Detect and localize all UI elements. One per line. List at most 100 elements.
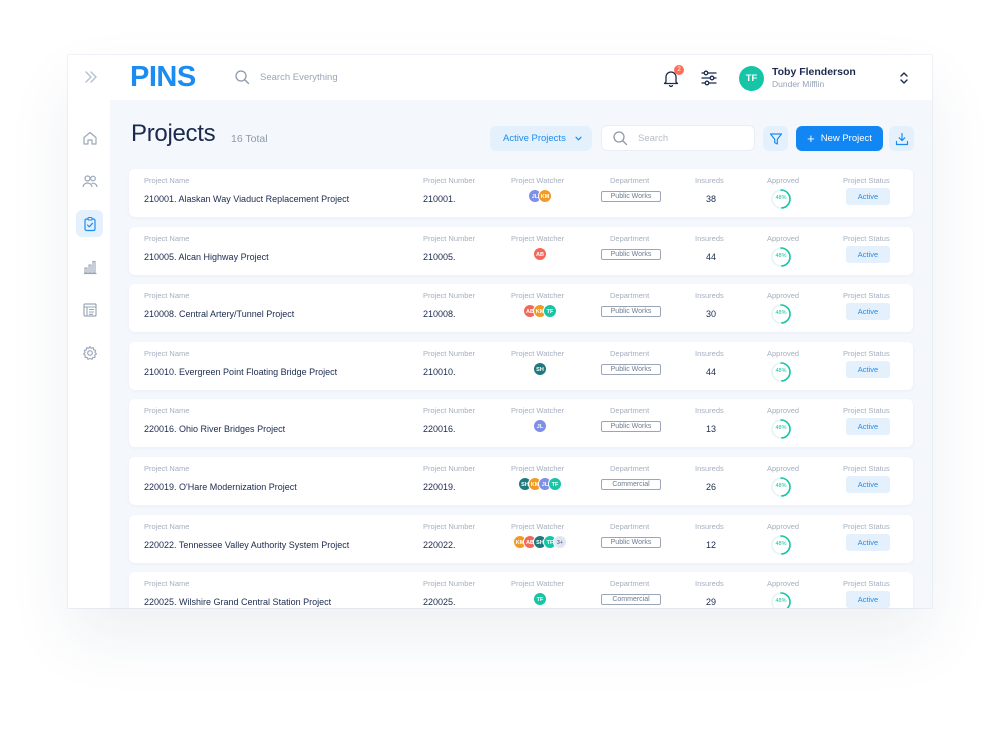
insureds-count: 29 [706, 597, 717, 608]
column-header-insureds: Insureds [695, 406, 724, 416]
column-header-department: Department [610, 521, 650, 531]
sidebar-item-reports[interactable] [76, 253, 103, 280]
project-search[interactable] [601, 125, 755, 151]
project-name[interactable]: 210010. Evergreen Point Floating Bridge … [144, 367, 337, 377]
sidebar-item-home[interactable] [76, 124, 103, 151]
status-badge[interactable]: Active [846, 591, 890, 608]
status-cell: Project Status Active [843, 399, 893, 447]
watcher-avatar[interactable]: TF [533, 592, 547, 607]
column-header-project-status: Project Status [843, 291, 890, 301]
table-row[interactable]: Project Name 210001. Alaskan Way Viaduct… [129, 169, 913, 217]
sidebar-item-settings[interactable] [76, 339, 103, 366]
users-icon [81, 174, 98, 187]
main-content: Projects 16 Total Active Projects + New … [110, 100, 932, 608]
status-badge[interactable]: Active [846, 245, 890, 263]
table-row[interactable]: Project Name 210005. Alcan Highway Proje… [129, 226, 913, 275]
project-name[interactable]: 220022. Tennessee Valley Authority Syste… [144, 540, 349, 550]
download-button[interactable] [889, 126, 914, 151]
watcher-avatar[interactable]: TF [548, 477, 562, 491]
watcher-avatar[interactable]: JL [533, 419, 547, 434]
project-name[interactable]: 220025. Wilshire Grand Central Station P… [144, 597, 331, 607]
department-badge: Public Works [601, 363, 661, 375]
user-avatar[interactable]: TF [739, 66, 764, 91]
column-header-project-watcher: Project Watcher [511, 406, 565, 416]
column-header-project-name: Project Name [144, 233, 190, 243]
department-badge: Commercial [601, 479, 661, 490]
table-row[interactable]: Project Name 220025. Wilshire Grand Cent… [129, 572, 913, 608]
column-header-project-watcher: Project Watcher [511, 348, 565, 358]
status-badge[interactable]: Active [846, 418, 890, 436]
new-project-label: New Project [820, 133, 872, 144]
status-badge[interactable]: Active [846, 360, 890, 378]
column-header-project-name: Project Name [144, 521, 190, 531]
user-name: Toby Flenderson [772, 66, 856, 78]
table-row[interactable]: Project Name 220016. Ohio River Bridges … [129, 399, 913, 448]
expand-sidebar-icon[interactable] [82, 67, 100, 87]
approved-cell: Approved 48% [767, 342, 803, 390]
project-name[interactable]: 220016. Ohio River Bridges Project [144, 424, 285, 434]
sidebar-item-documents[interactable] [76, 296, 103, 323]
column-header-project-name: Project Name [144, 176, 190, 185]
insureds-cell: Insureds 44 [695, 342, 731, 390]
sidebar-item-users[interactable] [76, 167, 103, 194]
project-number-cell: Project Number 210001. [423, 169, 493, 217]
approved-cell: Approved 48% [767, 515, 803, 563]
project-number-cell: Project Number 220019. [423, 457, 493, 505]
approved-cell: Approved 48% [767, 284, 803, 332]
sidebar-item-projects[interactable] [76, 210, 103, 237]
download-icon [895, 132, 908, 145]
project-number: 220019. [423, 482, 456, 492]
app-logo[interactable]: PINS [130, 61, 196, 94]
watcher-avatar[interactable]: 3+ [553, 534, 567, 549]
department-cell: Department Commercial [601, 572, 663, 608]
table-row[interactable]: Project Name 210008. Central Artery/Tunn… [129, 284, 913, 333]
approved-percent: 48% [775, 367, 787, 374]
project-search-input[interactable] [638, 132, 738, 144]
column-header-insureds: Insureds [695, 233, 724, 243]
project-name[interactable]: 210001. Alaskan Way Viaduct Replacement … [144, 194, 349, 204]
status-badge[interactable]: Active [846, 533, 890, 551]
project-number: 210008. [423, 309, 456, 320]
status-cell: Project Status Active [843, 457, 893, 505]
watcher-avatar[interactable]: SH [533, 361, 547, 376]
project-number: 220025. [423, 597, 456, 608]
new-project-button[interactable]: + New Project [796, 126, 883, 151]
table-row[interactable]: Project Name 210010. Evergreen Point Flo… [129, 341, 913, 390]
column-header-project-number: Project Number [423, 348, 476, 358]
status-badge[interactable]: Active [846, 188, 890, 205]
project-number-cell: Project Number 210005. [423, 227, 493, 275]
project-name[interactable]: 210008. Central Artery/Tunnel Project [144, 309, 294, 319]
project-name[interactable]: 220019. O'Hare Modernization Project [144, 482, 297, 492]
status-cell: Project Status Active [843, 169, 893, 217]
notifications-button[interactable]: 2 [662, 65, 684, 88]
table-row[interactable]: Project Name 220019. O'Hare Modernizatio… [129, 457, 913, 505]
project-filter-dropdown[interactable]: Active Projects [490, 126, 592, 151]
insureds-count: 13 [706, 424, 717, 435]
watcher-avatar[interactable]: KM [538, 189, 552, 203]
column-header-project-status: Project Status [843, 348, 890, 358]
watcher-avatar[interactable]: TF [543, 304, 557, 319]
column-header-project-name: Project Name [144, 406, 190, 416]
watcher-avatar[interactable]: AB [533, 246, 547, 261]
global-search[interactable]: Search Everything [234, 69, 338, 85]
user-menu-chevron-icon[interactable] [898, 70, 910, 86]
status-badge[interactable]: Active [846, 476, 890, 493]
status-cell: Project Status Active [843, 227, 893, 275]
status-cell: Project Status Active [843, 572, 893, 608]
project-number-cell: Project Number 220016. [423, 399, 493, 447]
filter-button[interactable] [763, 126, 788, 151]
column-header-project-number: Project Number [423, 464, 476, 473]
column-header-project-name: Project Name [144, 464, 190, 473]
table-row[interactable]: Project Name 220022. Tennessee Valley Au… [129, 514, 913, 563]
column-header-approved: Approved [767, 291, 800, 301]
status-badge[interactable]: Active [846, 303, 890, 321]
column-header-project-number: Project Number [423, 521, 476, 531]
plus-icon: + [807, 131, 815, 146]
column-header-insureds: Insureds [695, 521, 724, 531]
project-name[interactable]: 210005. Alcan Highway Project [144, 252, 269, 262]
approved-percent: 48% [775, 598, 787, 605]
settings-sliders-button[interactable] [700, 69, 718, 87]
watcher-avatars: JL KM [511, 189, 569, 203]
global-search-placeholder: Search Everything [260, 71, 338, 83]
insureds-cell: Insureds 30 [695, 284, 731, 332]
